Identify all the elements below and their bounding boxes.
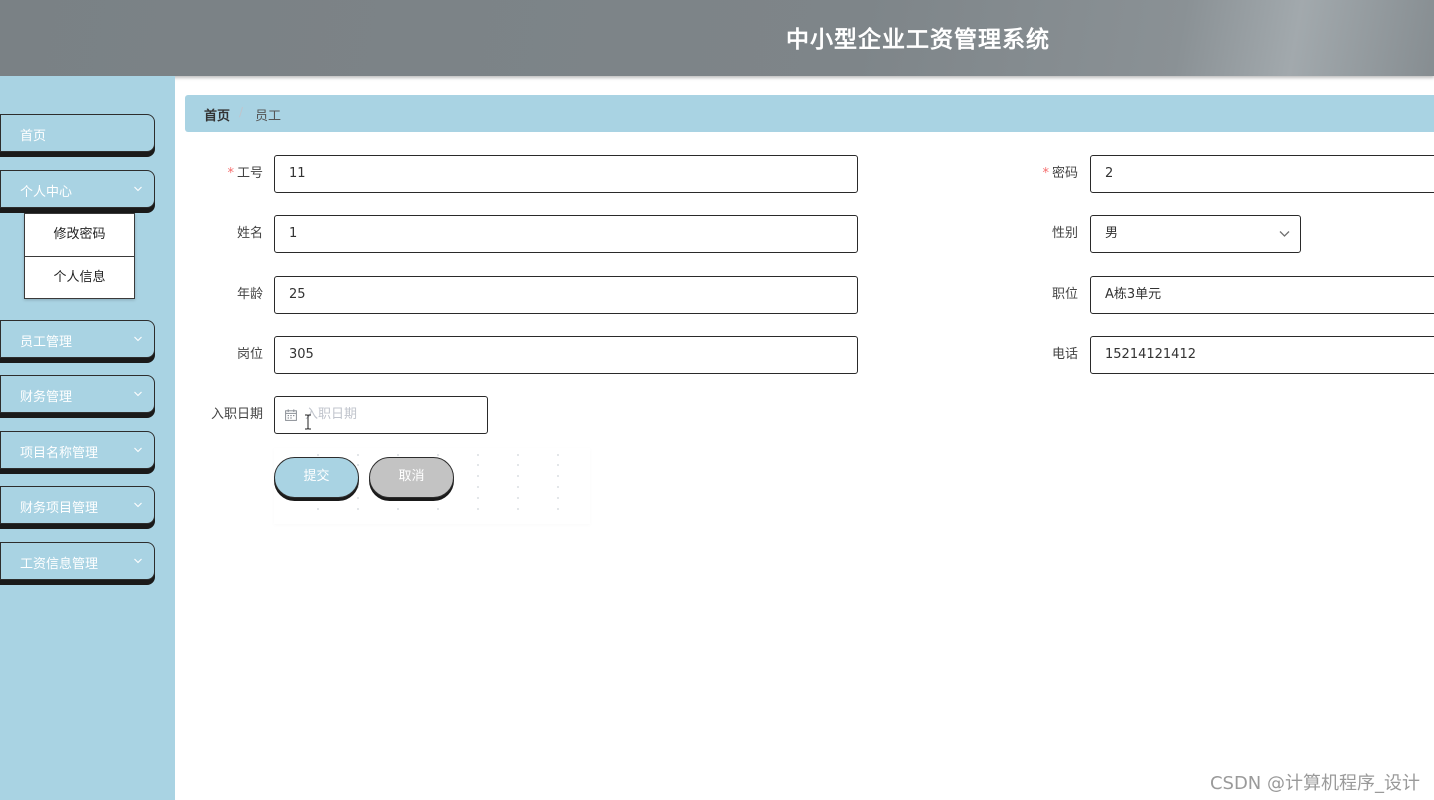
hire-date-placeholder: 入职日期 xyxy=(305,407,358,422)
sidebar-item-finance-project-management[interactable]: 财务项目管理 xyxy=(0,486,155,524)
app-title: 中小型企业工资管理系统 xyxy=(786,27,1050,53)
sidebar-item-label: 员工管理 xyxy=(20,335,73,350)
sidebar-item-salary-info-management[interactable]: 工资信息管理 xyxy=(0,542,155,580)
name-input[interactable]: 1 xyxy=(274,215,858,253)
top-header: 中小型企业工资管理系统 xyxy=(0,0,1434,76)
hire-date-label: 入职日期 xyxy=(210,407,263,422)
chevron-down-icon xyxy=(134,501,142,509)
required-mark: * xyxy=(227,166,234,181)
submenu-item-change-password[interactable]: 修改密码 xyxy=(25,214,134,256)
breadcrumb-separator: / xyxy=(239,105,244,119)
sidebar-item-employee-management[interactable]: 员工管理 xyxy=(0,320,155,358)
calendar-row xyxy=(298,454,568,456)
sidebar-item-finance-management[interactable]: 财务管理 xyxy=(0,375,155,413)
gender-select-value: 男 xyxy=(1105,226,1119,241)
chevron-down-icon xyxy=(134,390,142,398)
post-input[interactable]: 305 xyxy=(274,336,858,374)
sidebar-item-label: 工资信息管理 xyxy=(20,557,99,572)
submit-button[interactable]: 提交 xyxy=(274,457,359,498)
name-label: 姓名 xyxy=(236,226,263,241)
sidebar-item-label: 项目名称管理 xyxy=(20,446,99,461)
chevron-down-icon xyxy=(134,446,142,454)
employee-id-input[interactable]: 11 xyxy=(274,155,858,193)
gender-label: 性别 xyxy=(1051,226,1078,241)
breadcrumb-home[interactable]: 首页 xyxy=(204,105,230,124)
sidebar-item-label: 财务管理 xyxy=(20,390,73,405)
sidebar-item-home[interactable]: 首页 xyxy=(0,114,155,152)
phone-input[interactable]: 15214121412 xyxy=(1090,336,1434,374)
submenu-item-personal-info[interactable]: 个人信息 xyxy=(25,256,134,298)
password-label: * 密码 xyxy=(1042,166,1078,181)
sidebar-item-label: 首页 xyxy=(20,129,47,144)
hire-date-picker[interactable]: 入职日期 xyxy=(274,396,488,434)
sidebar-item-project-name-management[interactable]: 项目名称管理 xyxy=(0,431,155,469)
position-input[interactable]: A栋3单元 xyxy=(1090,276,1434,314)
chevron-down-icon xyxy=(134,335,142,343)
personal-center-submenu: 修改密码 个人信息 xyxy=(24,213,135,299)
watermark-text: CSDN @计算机程序_设计 xyxy=(1209,773,1420,794)
post-label: 岗位 xyxy=(236,347,263,362)
required-mark: * xyxy=(1042,166,1049,181)
breadcrumb-current: 员工 xyxy=(255,109,282,124)
age-label: 年龄 xyxy=(236,287,263,302)
calendar-row xyxy=(298,508,568,510)
password-input[interactable]: 2 xyxy=(1090,155,1434,193)
age-input[interactable]: 25 xyxy=(274,276,858,314)
employee-id-label: * 工号 xyxy=(227,166,263,181)
chevron-down-icon xyxy=(134,185,142,193)
sidebar-item-label: 财务项目管理 xyxy=(20,501,99,516)
gender-select[interactable]: 男 xyxy=(1090,215,1301,253)
chevron-down-icon xyxy=(134,557,142,565)
chevron-down-icon xyxy=(1279,230,1290,238)
phone-label: 电话 xyxy=(1051,347,1078,362)
sidebar-item-personal-center[interactable]: 个人中心 xyxy=(0,170,155,208)
sidebar-item-label: 个人中心 xyxy=(20,185,73,200)
calendar-icon xyxy=(285,409,297,421)
cancel-button[interactable]: 取消 xyxy=(369,457,454,498)
position-label: 职位 xyxy=(1051,287,1078,302)
breadcrumb: 首页 / 员工 xyxy=(185,95,1434,132)
text-cursor-icon xyxy=(304,409,312,430)
